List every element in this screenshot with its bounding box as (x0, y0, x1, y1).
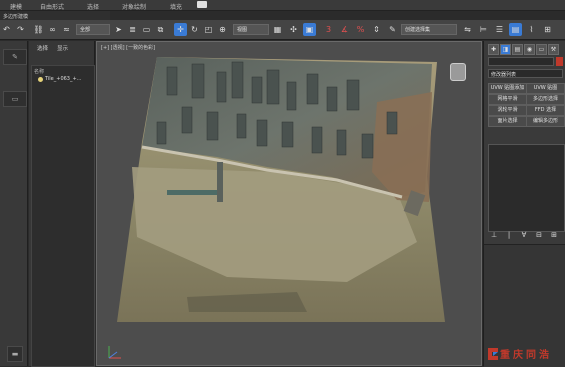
watermark-logo-icon (488, 348, 498, 360)
create-icon[interactable]: ✎ (3, 49, 27, 65)
redo-icon[interactable]: ↷ (14, 23, 27, 36)
axis-gizmo-icon (108, 346, 121, 359)
select-manipulate-icon[interactable]: ✣ (287, 23, 300, 36)
make-unique-icon[interactable]: ∀ (518, 231, 530, 240)
tab-select[interactable]: 选择 (37, 44, 48, 52)
reference-coordinate-dropdown[interactable]: 视图 (233, 24, 269, 35)
bind-space-warp-icon[interactable]: ≈ (60, 23, 73, 36)
show-end-result-icon[interactable]: | (503, 231, 515, 240)
tree-item-label: Tile_+063_+... (45, 76, 82, 82)
menu-item-object-paint[interactable]: 对象绘制 (122, 2, 146, 11)
select-and-rotate-icon[interactable]: ↻ (188, 23, 201, 36)
snaps-toggle-icon[interactable]: 3 (322, 23, 335, 36)
menu-item-modeling[interactable]: 建模 (10, 2, 22, 11)
select-and-place-icon[interactable]: ⊕ (216, 23, 229, 36)
modifier-list-dropdown[interactable]: 修改器列表 (488, 69, 563, 78)
utilities-panel-icon[interactable]: ⚒ (548, 44, 559, 55)
select-and-scale-icon[interactable]: ◰ (202, 23, 215, 36)
main-toolbar: ↶ ↷ ⛓ ∞ ≈ 全部 ➤ ≣ ▭ ⧉ ✛ ↻ ◰ ⊕ 视图 ▦ ✣ ▣ 3 … (0, 20, 565, 40)
angle-snap-icon[interactable]: ∡ (338, 23, 351, 36)
tab-display[interactable]: 显示 (57, 44, 68, 52)
select-by-name-icon[interactable]: ≣ (126, 23, 139, 36)
dock-bridge (217, 162, 223, 202)
keyboard-shortcut-override-icon[interactable]: ▣ (303, 23, 316, 36)
ribbon-label: 多边形建模 (0, 11, 110, 20)
mirror-icon[interactable]: ⇋ (461, 23, 474, 36)
terrain-model (117, 57, 445, 322)
edit-named-selection-icon[interactable]: ✎ (386, 23, 399, 36)
align-icon[interactable]: ⊨ (477, 23, 490, 36)
modifier-button[interactable]: 面片选择 (488, 116, 527, 127)
window-crossing-icon[interactable]: ⧉ (154, 23, 167, 36)
light-bulb-icon[interactable] (38, 76, 43, 82)
modifier-button[interactable]: 涡轮平滑 (488, 105, 527, 116)
schematic-view-icon[interactable]: ⊞ (541, 23, 554, 36)
layer-explorer-icon[interactable]: ☰ (493, 23, 506, 36)
tree-column-header: 名称 (34, 69, 45, 75)
region-select-icon[interactable]: ▭ (140, 23, 153, 36)
watermark-text: 重庆同浩 (500, 350, 552, 361)
display-panel-icon[interactable]: ▭ (536, 44, 547, 55)
dock-left (167, 190, 222, 195)
curve-editor-icon[interactable]: ⌇ (525, 23, 538, 36)
watermark: 重庆同浩 (486, 344, 565, 366)
undo-icon[interactable]: ↶ (0, 23, 13, 36)
unlink-icon[interactable]: ∞ (46, 23, 59, 36)
modifier-button[interactable]: UVW 贴图添加 (488, 83, 527, 94)
modifier-stack-list[interactable] (488, 144, 565, 232)
create-panel-icon[interactable]: ✚ (488, 44, 499, 55)
select-object-icon[interactable]: ➤ (112, 23, 125, 36)
graphite-tools-icon[interactable]: ▤ (509, 23, 522, 36)
menu-item-populate[interactable]: 填充 (170, 2, 182, 11)
pin-stack-icon[interactable]: ⊥ (488, 231, 500, 240)
object-color-swatch[interactable] (556, 57, 563, 66)
left-command-strip: ✎ ▭ ▬ (0, 41, 28, 366)
tree-item[interactable]: Tile_+063_+... (38, 76, 81, 82)
command-panel: ✚ ◨ ▤ ◉ ▭ ⚒ 修改器列表 UVW 贴图添加 UVW 贴图 网格平滑 多… (483, 41, 565, 367)
selection-filter-dropdown[interactable]: 全部 (76, 24, 110, 35)
menu-bar: 建模 自由形式 选择 对象绘制 填充 (0, 0, 565, 11)
pivot-point-icon[interactable]: ▦ (271, 23, 284, 36)
hierarchy-icon[interactable]: ▭ (3, 91, 27, 107)
viewcube-icon[interactable] (450, 63, 466, 81)
display-icon[interactable]: ▬ (7, 346, 23, 362)
scene-explorer: 选择 显示 名称 Tile_+063_+... (29, 41, 95, 367)
link-icon[interactable]: ⛓ (32, 23, 45, 36)
menu-item-selection[interactable]: 选择 (87, 2, 99, 11)
perspective-viewport[interactable]: [+] [透视] [一致的色彩] (96, 41, 482, 366)
scene-tree: 名称 Tile_+063_+... (31, 65, 95, 367)
hierarchy-panel-icon[interactable]: ▤ (512, 44, 523, 55)
select-and-move-icon[interactable]: ✛ (174, 23, 187, 36)
percent-snap-icon[interactable]: % (354, 23, 367, 36)
motion-panel-icon[interactable]: ◉ (524, 44, 535, 55)
modifier-button[interactable]: 编辑多边形 (526, 116, 565, 127)
modifier-button[interactable]: UVW 贴图 (526, 83, 565, 94)
ribbon-toggle-icon[interactable] (197, 1, 207, 8)
modify-panel-icon[interactable]: ◨ (500, 44, 511, 55)
object-name-field[interactable] (488, 57, 554, 66)
modifier-button[interactable]: 网格平滑 (488, 94, 527, 105)
modifier-button[interactable]: 多边形选择 (526, 94, 565, 105)
modifier-button[interactable]: FFD 选择 (526, 105, 565, 116)
configure-sets-icon[interactable]: ⊞ (548, 231, 560, 240)
named-selection-dropdown[interactable]: 创建选择集 (401, 24, 457, 35)
menu-item-freeform[interactable]: 自由形式 (40, 2, 64, 11)
spinner-snap-icon[interactable]: ⇕ (370, 23, 383, 36)
remove-modifier-icon[interactable]: ⊟ (533, 231, 545, 240)
